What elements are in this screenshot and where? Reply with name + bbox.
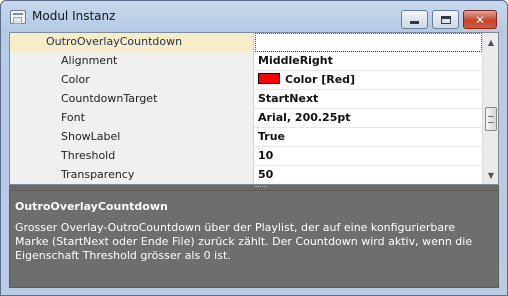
category-row-outro-overlay-countdown[interactable]: ▾ OutroOverlayCountdown bbox=[10, 33, 482, 52]
window-title: Modul Instanz bbox=[32, 9, 116, 23]
modul-instanz-window: Modul Instanz ✕ ▾ OutroOverlayCountdown … bbox=[0, 0, 508, 296]
title-bar[interactable]: Modul Instanz ✕ bbox=[1, 1, 507, 31]
property-row-threshold[interactable]: Threshold 10 bbox=[10, 147, 482, 166]
property-value[interactable]: Arial, 200.25pt bbox=[255, 109, 482, 128]
row-gutter bbox=[10, 147, 28, 166]
scroll-up-icon[interactable]: ▲ bbox=[484, 34, 498, 50]
property-value[interactable]: 10 bbox=[255, 147, 482, 166]
help-title: OutroOverlayCountdown bbox=[15, 200, 168, 213]
help-panel: OutroOverlayCountdown Grosser Overlay-Ou… bbox=[9, 190, 499, 288]
minimize-button[interactable] bbox=[401, 10, 428, 29]
property-row-color[interactable]: Color Color [Red] bbox=[10, 71, 482, 90]
close-icon: ✕ bbox=[474, 12, 486, 27]
scrollbar-thumb[interactable] bbox=[485, 107, 497, 131]
property-value[interactable]: StartNext bbox=[255, 90, 482, 109]
maximize-icon bbox=[440, 15, 451, 24]
property-name: Transparency bbox=[28, 166, 254, 184]
row-gutter bbox=[10, 90, 28, 109]
window-app-icon bbox=[10, 10, 26, 24]
property-row-transparency[interactable]: Transparency 50 bbox=[10, 166, 482, 184]
property-name: Color bbox=[28, 71, 254, 90]
scroll-down-icon[interactable]: ▼ bbox=[484, 167, 498, 183]
color-swatch bbox=[258, 73, 280, 84]
row-gutter bbox=[10, 128, 28, 147]
property-row-show-label[interactable]: ShowLabel True bbox=[10, 128, 482, 147]
color-value-text: Color [Red] bbox=[285, 73, 356, 86]
property-row-countdown-target[interactable]: CountdownTarget StartNext bbox=[10, 90, 482, 109]
category-value[interactable] bbox=[255, 33, 482, 52]
property-value-color[interactable]: Color [Red] bbox=[255, 71, 482, 90]
category-name: OutroOverlayCountdown bbox=[28, 33, 254, 52]
vertical-scrollbar[interactable]: ▲ ▼ bbox=[482, 33, 498, 184]
help-description: Grosser Overlay-OutroCountdown über der … bbox=[15, 221, 473, 262]
close-button[interactable]: ✕ bbox=[463, 10, 497, 29]
property-grid: ▾ OutroOverlayCountdown Alignment Middle… bbox=[9, 32, 499, 185]
row-gutter bbox=[10, 33, 28, 52]
maximize-button[interactable] bbox=[432, 10, 459, 29]
property-value[interactable]: 50 bbox=[255, 166, 482, 184]
row-gutter bbox=[10, 52, 28, 71]
row-gutter bbox=[10, 71, 28, 90]
property-name: Font bbox=[28, 109, 254, 128]
row-gutter bbox=[10, 166, 28, 184]
property-name: ShowLabel bbox=[28, 128, 254, 147]
property-name: Threshold bbox=[28, 147, 254, 166]
row-gutter bbox=[10, 109, 28, 128]
property-name: CountdownTarget bbox=[28, 90, 254, 109]
splitter-grip-icon bbox=[255, 186, 267, 188]
property-name: Alignment bbox=[28, 52, 254, 71]
property-value[interactable]: MiddleRight bbox=[255, 52, 482, 71]
minimize-icon bbox=[410, 21, 419, 24]
property-row-alignment[interactable]: Alignment MiddleRight bbox=[10, 52, 482, 71]
property-row-font[interactable]: Font Arial, 200.25pt bbox=[10, 109, 482, 128]
property-value[interactable]: True bbox=[255, 128, 482, 147]
